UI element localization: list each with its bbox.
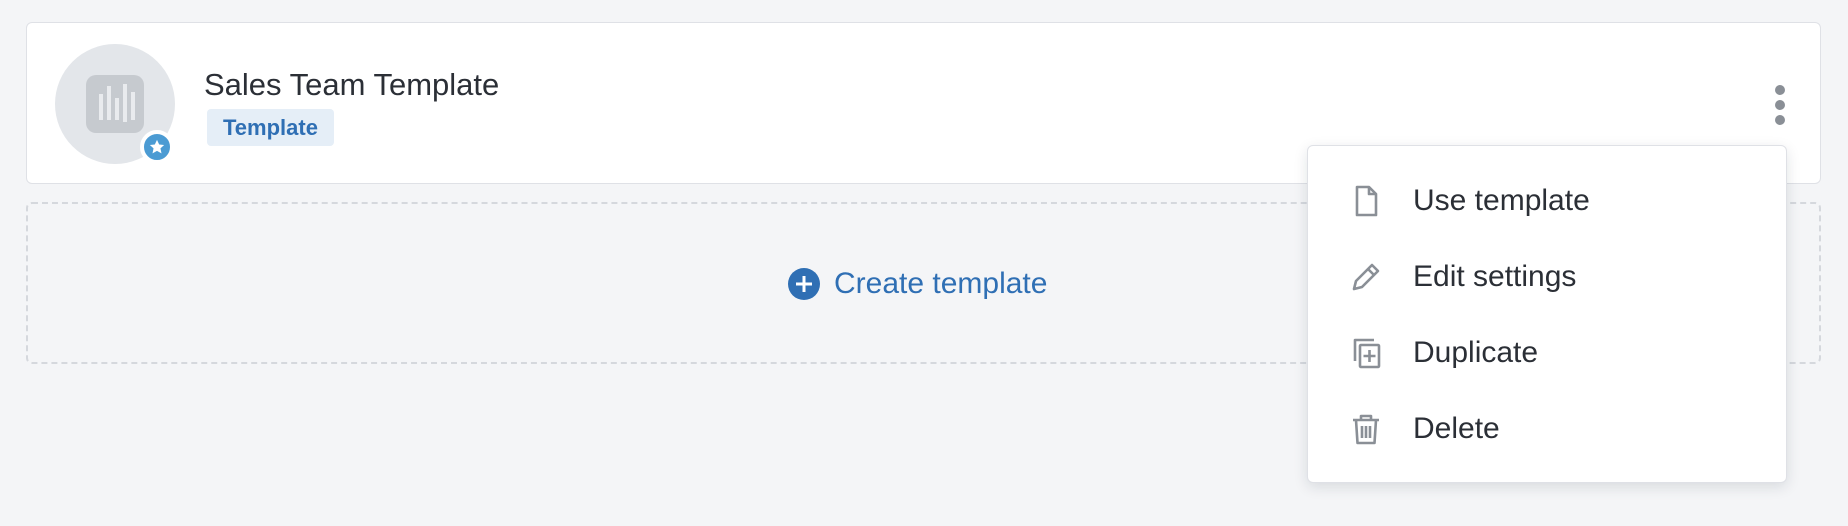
- menu-item-label: Edit settings: [1413, 260, 1577, 293]
- document-icon: [1348, 183, 1384, 219]
- menu-item-label: Use template: [1413, 184, 1590, 217]
- menu-item-label: Duplicate: [1413, 336, 1539, 369]
- menu-item-label: Delete: [1413, 412, 1500, 445]
- template-tag: Template: [207, 109, 334, 146]
- options-menu: Use template Edit settings Duplicate Del…: [1307, 145, 1787, 483]
- kebab-menu-icon: [1775, 85, 1785, 95]
- pencil-icon: [1348, 259, 1384, 295]
- trash-icon: [1348, 411, 1384, 447]
- menu-item-use-template[interactable]: Use template: [1308, 163, 1786, 239]
- menu-item-duplicate[interactable]: Duplicate: [1308, 315, 1786, 391]
- more-options-button[interactable]: [1755, 63, 1805, 147]
- star-icon: [140, 130, 174, 164]
- duplicate-icon: [1348, 335, 1384, 371]
- menu-item-edit-settings[interactable]: Edit settings: [1308, 239, 1786, 315]
- create-template-label: Create template: [834, 267, 1048, 300]
- template-title: Sales Team Template: [204, 67, 500, 102]
- menu-item-delete[interactable]: Delete: [1308, 391, 1786, 467]
- chart-bars-icon: [86, 75, 144, 133]
- create-template-content: Create template: [788, 260, 1047, 308]
- page: Sales Team Template Template Create temp…: [0, 0, 1848, 526]
- plus-circle-icon: [788, 268, 820, 300]
